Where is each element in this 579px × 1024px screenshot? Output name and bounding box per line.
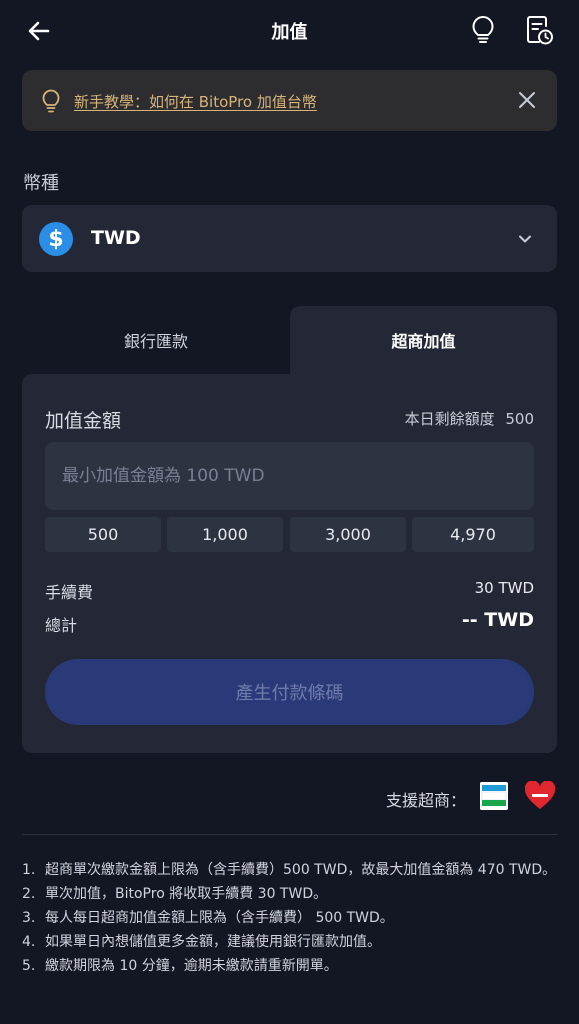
deposit-method-tabs: 銀行匯款 超商加值	[22, 306, 557, 374]
top-bar: 加值	[0, 0, 579, 62]
list-item: 3. 每人每日超商加值金額上限為（含手續費） 500 TWD。	[22, 910, 394, 926]
notes-list: 1. 超商單次繳款金額上限為（含手續費）500 TWD，故最大加值金額為 470…	[22, 858, 557, 978]
fee-label: 手續費	[45, 583, 94, 602]
chevron-down-icon	[519, 235, 531, 243]
currency-name: TWD	[91, 227, 141, 249]
close-icon	[519, 92, 535, 108]
currency-select[interactable]: $ TWD	[22, 205, 557, 272]
generate-barcode-button[interactable]: 產生付款條碼	[45, 659, 534, 725]
close-banner-button[interactable]	[515, 88, 539, 112]
quick-amount-500[interactable]: 500	[45, 517, 161, 552]
twd-coin-icon: $	[39, 222, 73, 256]
tips-button[interactable]	[465, 12, 501, 48]
hilife-logo-icon	[524, 780, 556, 811]
remaining-label: 本日剩餘額度	[404, 410, 495, 428]
currency-section-label: 幣種	[23, 173, 59, 194]
quick-amount-4970[interactable]: 4,970	[412, 517, 534, 552]
amount-input[interactable]	[45, 442, 534, 510]
quick-amount-3000[interactable]: 3,000	[290, 517, 406, 552]
total-label: 總計	[45, 616, 78, 635]
lightbulb-icon	[42, 89, 60, 113]
store-deposit-panel: 加值金額 本日剩餘額度 500 500 1,000 3,000 4,970 手續…	[22, 374, 557, 753]
lightbulb-icon	[472, 16, 494, 43]
quick-amount-1000[interactable]: 1,000	[167, 517, 283, 552]
tutorial-banner: 新手教學：如何在 BitoPro 加值台幣	[22, 70, 557, 131]
list-item: 5. 繳款期限為 10 分鐘，逾期未繳款請重新開單。	[22, 958, 338, 974]
familymart-logo-icon	[480, 782, 508, 810]
supported-stores-label: 支援超商：	[386, 791, 467, 810]
tab-bank-transfer[interactable]: 銀行匯款	[22, 306, 290, 374]
history-button[interactable]	[521, 12, 557, 48]
total-value: -- TWD	[461, 609, 534, 631]
document-clock-icon	[527, 16, 553, 45]
list-item: 1. 超商單次繳款金額上限為（含手續費）500 TWD，故最大加值金額為 470…	[22, 862, 557, 878]
list-item: 2. 單次加值，BitoPro 將收取手續費 30 TWD。	[22, 886, 328, 902]
divider	[22, 834, 557, 835]
list-item: 4. 如果單日內想儲值更多金額，建議使用銀行匯款加值。	[22, 934, 381, 950]
daily-remaining-limit: 本日剩餘額度 500	[405, 408, 534, 429]
fee-value: 30 TWD	[474, 579, 534, 597]
amount-label: 加值金額	[45, 410, 122, 432]
tutorial-link[interactable]: 新手教學：如何在 BitoPro 加值台幣	[74, 91, 317, 112]
remaining-value: 500	[505, 410, 534, 428]
tab-convenience-store[interactable]: 超商加值	[290, 306, 557, 374]
